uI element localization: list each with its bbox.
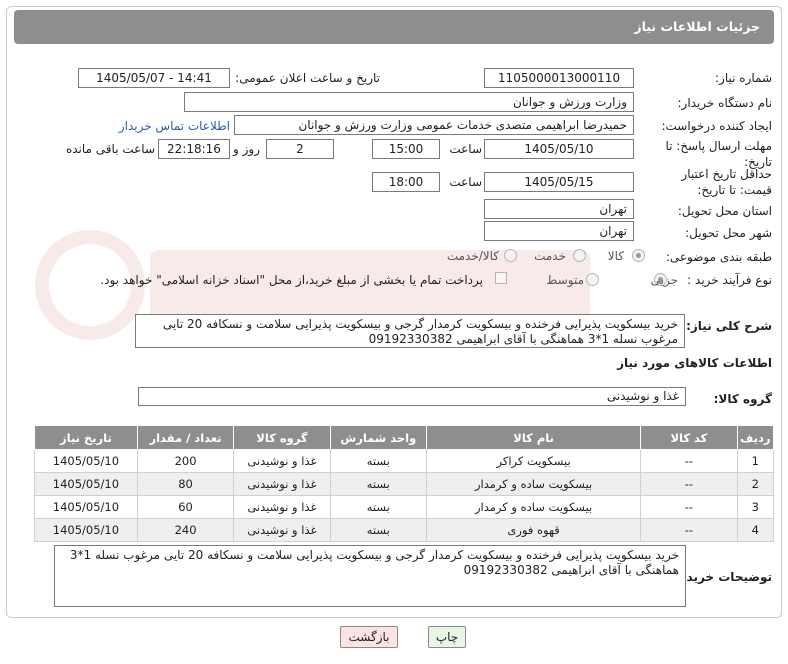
cell-code: -- [640,495,738,519]
validity-time-label: ساعت [449,175,482,189]
city-field: تهران [484,221,634,241]
validity-time-field: 18:00 [372,172,440,192]
cell-name: بیسکویت ساده و کرمدار [426,495,642,519]
deadline-time-label: ساعت [449,142,482,156]
page-title: جزئیات اطلاعات نیاز [634,19,760,34]
remaining-time-field: 22:18:16 [158,139,230,159]
back-button[interactable]: بازگشت [340,626,398,648]
cell-code: -- [640,449,738,473]
announce-datetime-field: 1405/05/07 - 14:41 [78,68,230,88]
days-field: 2 [266,139,334,159]
province-field: تهران [484,199,634,219]
deadline-time-field: 15:00 [372,139,440,159]
cell-code: -- [640,472,738,496]
cell-date: 1405/05/10 [34,495,138,519]
contact-info-link[interactable]: اطلاعات تماس خریدار [119,119,230,133]
summary-textarea[interactable]: خرید بیسکویت پذیرایی فرخنده و بیسکویت کر… [135,314,685,348]
cell-unit: بسته [329,449,428,473]
cell-group: غذا و نوشیدنی [233,449,331,473]
purchase-medium-label: متوسط [546,273,584,287]
cell-qty: 60 [136,495,235,519]
cell-qty: 200 [136,449,235,473]
cell-qty: 240 [136,518,235,542]
summary-label: شرح کلی نیاز: [686,319,772,333]
table-header-row: ردیف کد کالا نام کالا واحد شمارش گروه کا… [34,425,775,450]
page-header: جزئیات اطلاعات نیاز [14,10,774,44]
cell-row: 1 [736,449,775,473]
cell-qty: 80 [136,472,235,496]
col-header-group: گروه کالا [233,425,331,450]
validity-label: حداقل تاریخ اعتبار قیمت: تا تاریخ: [681,167,772,197]
print-button[interactable]: چاپ [428,626,466,648]
buyer-org-label: نام دستگاه خریدار: [677,96,773,110]
category-service-label: خدمت [534,249,566,263]
cell-name: قهوه فوری [426,518,642,542]
cell-name: بیسکویت ساده و کرمدار [426,472,642,496]
announce-label: تاریخ و ساعت اعلان عمومی: [235,71,380,85]
col-header-name: نام کالا [426,425,642,450]
col-header-code: کد کالا [640,425,738,450]
table-row: 4 -- قهوه فوری بسته غذا و نوشیدنی 240 14… [34,518,775,542]
cell-name: بیسکویت کراکر [426,449,642,473]
cell-date: 1405/05/10 [34,472,138,496]
creator-label: ایجاد کننده درخواست: [661,119,772,133]
purchase-type-label: نوع فرآیند خرید : [687,273,772,287]
days-label: روز و [233,142,260,156]
col-header-qty: تعداد / مقدار [136,425,235,450]
category-radio-service[interactable] [573,249,586,262]
table-row: 2 -- بیسکویت ساده و کرمدار بسته غذا و نو… [34,472,775,496]
cell-group: غذا و نوشیدنی [233,518,331,542]
cell-date: 1405/05/10 [34,518,138,542]
purchase-radio-medium[interactable] [586,273,599,286]
city-label: شهر محل تحویل: [685,226,772,240]
goods-info-title: اطلاعات کالاهای مورد نیاز [617,356,772,370]
cell-row: 4 [736,518,775,542]
cell-code: -- [640,518,738,542]
payment-note: پرداخت تمام یا بخشی از مبلغ خرید،از محل … [100,273,483,287]
category-goods-label: کالا [607,249,624,263]
cell-date: 1405/05/10 [34,449,138,473]
cell-row: 2 [736,472,775,496]
province-label: استان محل تحویل: [677,204,772,218]
need-number-field: 1105000013000110 [484,68,634,88]
buyer-notes-textarea[interactable]: خرید بیسکویت پذیرایی فرخنده و بیسکویت کر… [54,545,686,607]
remaining-label: ساعت باقی مانده [65,142,155,156]
goods-table: ردیف کد کالا نام کالا واحد شمارش گروه کا… [34,425,775,542]
validity-date-field: 1405/05/15 [484,172,634,192]
category-radio-goods[interactable] [632,249,645,262]
cell-unit: بسته [329,472,428,496]
cell-group: غذا و نوشیدنی [233,495,331,519]
col-header-date: تاریخ نیاز [34,425,138,450]
table-row: 1 -- بیسکویت کراکر بسته غذا و نوشیدنی 20… [34,449,775,473]
cell-row: 3 [736,495,775,519]
col-header-row: ردیف [736,425,775,450]
table-row: 3 -- بیسکویت ساده و کرمدار بسته غذا و نو… [34,495,775,519]
creator-field: حمیدرضا ابراهیمی متصدی خدمات عمومی وزارت… [234,115,634,135]
buyer-org-field: وزارت ورزش و جوانان [184,92,634,112]
cell-unit: بسته [329,495,428,519]
need-number-label: شماره نیاز: [715,71,772,85]
category-radio-goods-service[interactable] [504,249,517,262]
col-header-unit: واحد شمارش [329,425,428,450]
category-label: طبقه بندی موضوعی: [665,250,772,264]
goods-group-label: گروه کالا: [713,392,772,406]
category-goods-service-label: کالا/خدمت [446,249,499,263]
goods-group-field: غذا و نوشیدنی [138,387,686,406]
cell-unit: بسته [329,518,428,542]
treasury-payment-checkbox[interactable] [495,272,507,284]
purchase-minor-label: جزیی [650,273,678,287]
deadline-date-field: 1405/05/10 [484,139,634,159]
cell-group: غذا و نوشیدنی [233,472,331,496]
